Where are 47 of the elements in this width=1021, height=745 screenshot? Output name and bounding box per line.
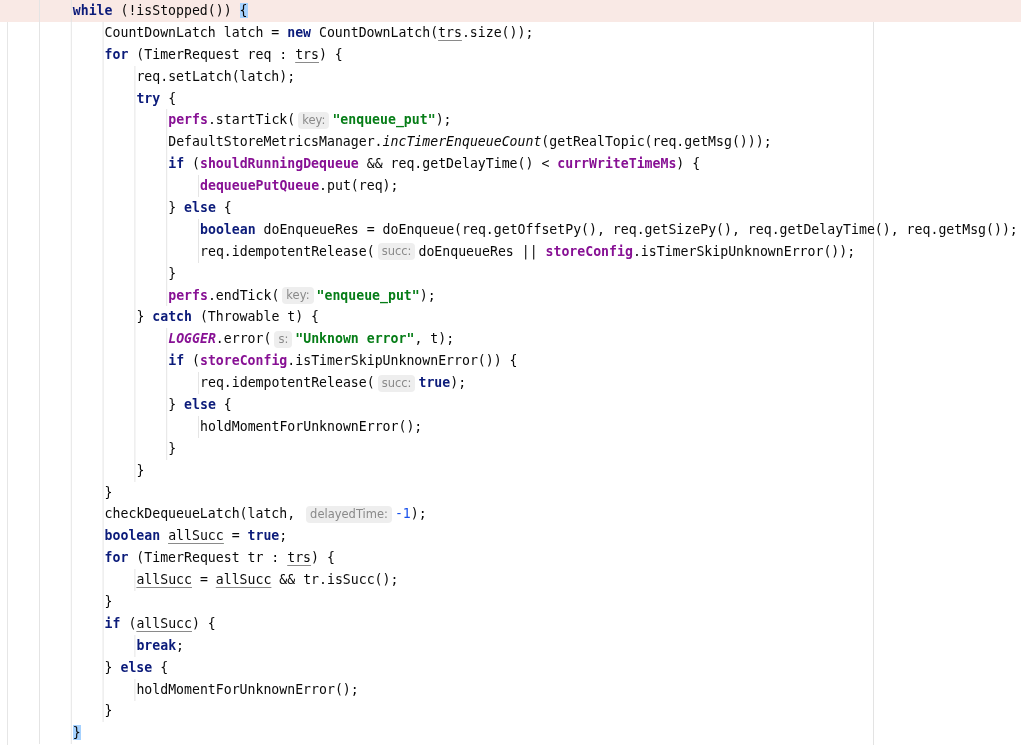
- code-text: }: [72, 724, 81, 743]
- code-text: }: [104, 593, 113, 611]
- code-text: req.idempotentRelease(: [200, 374, 375, 393]
- code-text: perfs.endTick(: [168, 286, 280, 305]
- code-text: true);: [418, 374, 467, 393]
- code-text: } else {: [168, 198, 232, 217]
- code-text: holdMomentForUnknownError();: [200, 417, 423, 436]
- code-text: "Unknown error", t);: [295, 330, 455, 349]
- code-text: } else {: [168, 395, 232, 414]
- code-text: doEnqueueRes || storeConfig.isTimerSkipUnknownError());: [418, 242, 856, 261]
- code-text: allSucc = allSucc && tr.isSucc();: [136, 571, 399, 590]
- inlay-hint: s:: [274, 330, 293, 348]
- code-text: while (!isStopped()) {: [72, 1, 248, 20]
- code-text: }: [104, 702, 113, 721]
- code-text: }: [168, 264, 177, 283]
- code-text: holdMomentForUnknownError();: [136, 680, 359, 699]
- code-text: if (storeConfig.isTimerSkipUnknownError()) {: [168, 352, 518, 371]
- code-text: try {: [136, 89, 177, 108]
- code-text: }: [136, 461, 145, 480]
- code-text: req.idempotentRelease(: [200, 242, 375, 261]
- code-text: if (allSucc) {: [104, 614, 216, 633]
- code-text: for (TimerRequest req : trs) {: [104, 45, 343, 64]
- code-text: req.setLatch(latch);: [136, 67, 296, 86]
- code-text: boolean doEnqueueRes = doEnqueue(req.getOffsetPy(), req.getSizePy(), req.getDelayTime(), req.getMsg());: [200, 220, 1018, 239]
- code-text: CountDownLatch latch = new CountDownLatch(trs.size());: [104, 23, 534, 42]
- code-text: break;: [136, 636, 185, 655]
- inlay-hint: key:: [282, 287, 314, 304]
- code-text: "enqueue_put");: [332, 111, 452, 130]
- code-text: dequeuePutQueue.put(req);: [200, 177, 399, 196]
- code-text: checkDequeueLatch(latch,: [104, 505, 297, 524]
- inlay-hint: delayedTime:: [306, 505, 392, 523]
- code-text: for (TimerRequest tr : trs) {: [104, 549, 335, 568]
- code-text: } catch (Throwable t) {: [136, 308, 320, 327]
- inlay-hint: key:: [298, 111, 330, 129]
- code-text: }: [168, 439, 177, 458]
- code-text: LOGGER.error(: [168, 330, 272, 349]
- code-text: perfs.startTick(: [168, 111, 296, 130]
- code-text: }: [104, 483, 113, 502]
- code-editor[interactable]: [0, 0, 1021, 745]
- inlay-hint: succ:: [377, 243, 416, 261]
- code-text: if (shouldRunningDequeue && req.getDelayTime() < currWriteTimeMs) {: [168, 155, 701, 174]
- code-text: -1);: [394, 505, 427, 524]
- code-text: } else {: [104, 658, 169, 677]
- code-text: boolean allSucc = true;: [104, 527, 288, 546]
- inlay-hint: succ:: [377, 374, 416, 392]
- code-text: DefaultStoreMetricsManager.incTimerEnqueueCount(getRealTopic(req.getMsg()));: [168, 133, 772, 152]
- code-text: "enqueue_put");: [316, 286, 436, 305]
